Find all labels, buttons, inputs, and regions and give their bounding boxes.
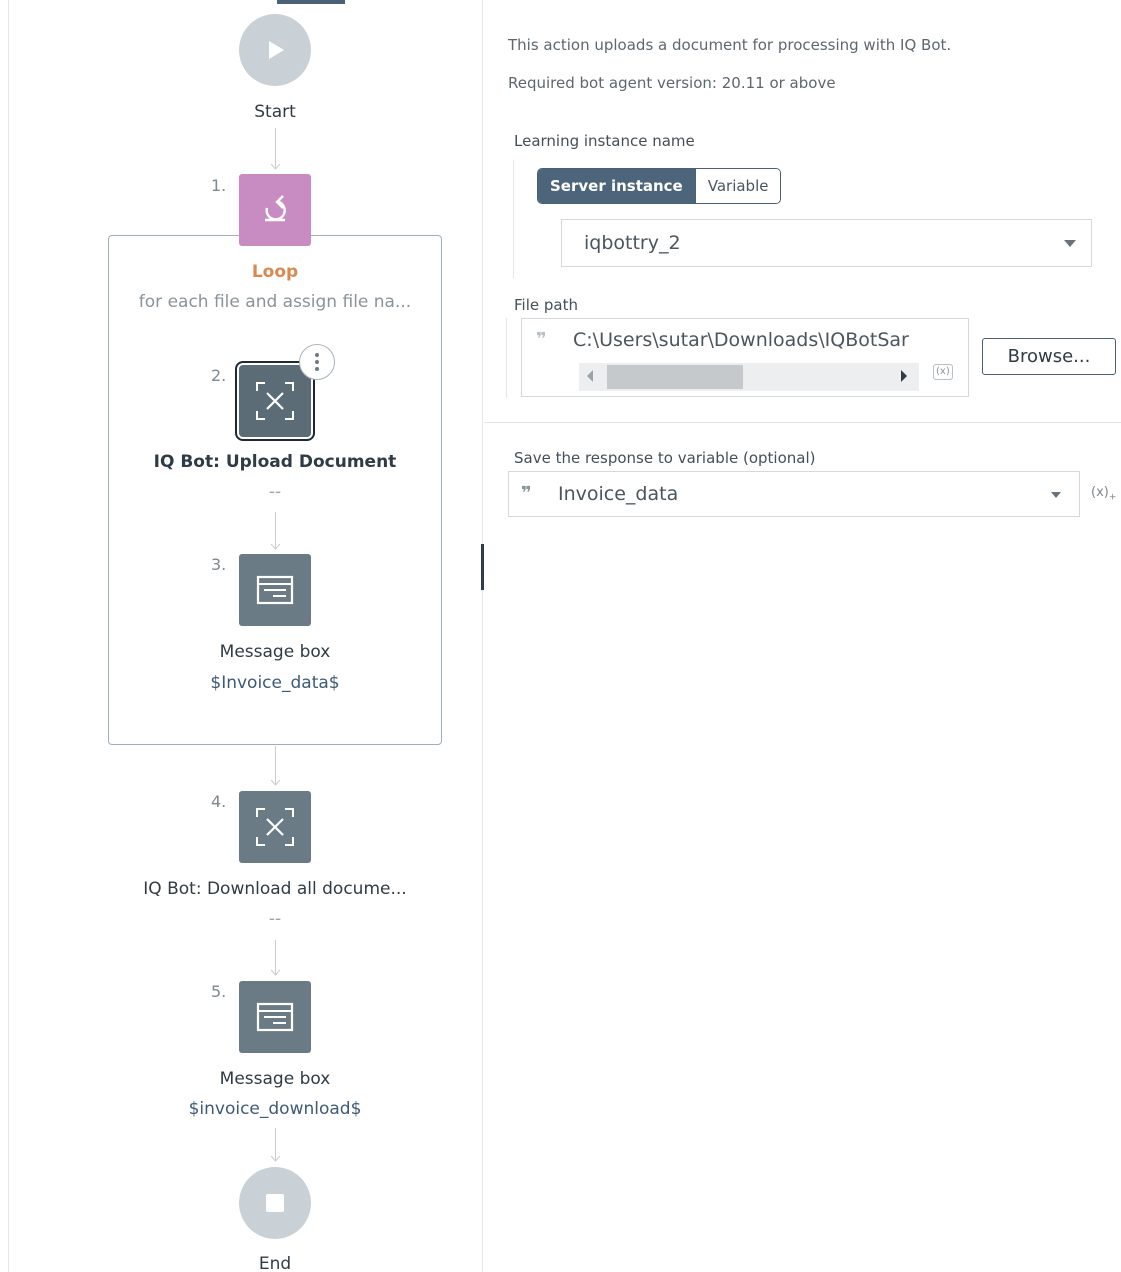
message-box-icon bbox=[256, 1002, 294, 1032]
flow-canvas: Start 1. Loop for each file and assign f… bbox=[0, 0, 483, 1272]
insert-variable-icon[interactable]: (x)+ bbox=[1091, 485, 1116, 503]
instance-type-toggle: Server instance Variable bbox=[537, 168, 782, 204]
action-description: This action uploads a document for proce… bbox=[508, 36, 952, 54]
end-label: End bbox=[258, 1254, 292, 1272]
response-variable-select[interactable]: ❞ Invoice_data bbox=[508, 471, 1080, 517]
start-node[interactable] bbox=[239, 14, 311, 86]
connector-arrow bbox=[271, 1154, 280, 1163]
message-box-title: Message box bbox=[219, 642, 331, 662]
play-icon bbox=[269, 41, 284, 59]
loop-icon bbox=[265, 195, 286, 222]
agent-version-note: Required bot agent version: 20.11 or abo… bbox=[508, 74, 836, 92]
iqbot-icon bbox=[256, 808, 294, 846]
upload-document-node[interactable] bbox=[235, 361, 315, 441]
upload-document-title: IQ Bot: Upload Document bbox=[153, 452, 397, 472]
stop-icon bbox=[266, 1194, 284, 1212]
learning-instance-value: iqbottry_2 bbox=[584, 232, 681, 254]
kebab-icon bbox=[315, 353, 319, 371]
canvas-edge bbox=[8, 0, 9, 1272]
server-instance-option[interactable]: Server instance bbox=[538, 169, 695, 203]
group-guide-line bbox=[506, 318, 507, 398]
message-box-icon bbox=[256, 575, 294, 605]
download-documents-node[interactable] bbox=[239, 791, 311, 863]
message-box-node[interactable] bbox=[239, 554, 311, 626]
browse-button[interactable]: Browse... bbox=[982, 338, 1116, 375]
response-variable-label: Save the response to variable (optional) bbox=[514, 449, 816, 467]
message-box-title: Message box bbox=[219, 1069, 331, 1089]
group-guide-line bbox=[513, 160, 514, 278]
iqbot-icon bbox=[256, 382, 294, 420]
connector-arrow bbox=[271, 162, 280, 171]
scroll-thumb[interactable] bbox=[607, 365, 743, 389]
step-number: 5. bbox=[211, 982, 227, 1001]
start-label: Start bbox=[254, 102, 296, 122]
scroll-left-icon[interactable] bbox=[587, 370, 593, 382]
download-documents-title: IQ Bot: Download all docume... bbox=[143, 879, 407, 899]
scroll-right-icon[interactable] bbox=[901, 370, 907, 382]
learning-instance-select[interactable]: iqbottry_2 bbox=[561, 219, 1092, 267]
step-number: 2. bbox=[211, 366, 227, 385]
loop-node[interactable] bbox=[239, 174, 311, 246]
string-quote-icon: ❞ bbox=[536, 329, 547, 350]
string-quote-icon: ❞ bbox=[521, 483, 532, 504]
step-number: 1. bbox=[211, 176, 227, 195]
insert-variable-icon[interactable]: (x) bbox=[933, 364, 953, 380]
file-path-label: File path bbox=[514, 296, 578, 314]
connector-arrow bbox=[271, 542, 280, 551]
connector-arrow bbox=[271, 778, 280, 787]
learning-instance-label: Learning instance name bbox=[514, 132, 695, 150]
panel-divider bbox=[482, 0, 483, 1272]
action-properties-panel: This action uploads a document for proce… bbox=[484, 0, 1121, 1272]
section-divider bbox=[484, 422, 1121, 423]
file-path-value: C:\Users\sutar\Downloads\IQBotSar bbox=[573, 329, 909, 351]
connector-arrow bbox=[271, 968, 280, 977]
response-variable-value: Invoice_data bbox=[558, 483, 679, 505]
chevron-down-icon bbox=[1064, 240, 1076, 247]
canvas-top-tab bbox=[277, 0, 345, 4]
loop-title: Loop bbox=[251, 262, 299, 282]
download-documents-subtitle: -- bbox=[268, 909, 282, 929]
message-box-node[interactable] bbox=[239, 981, 311, 1053]
step-number: 3. bbox=[211, 555, 227, 574]
file-path-field[interactable]: ❞ C:\Users\sutar\Downloads\IQBotSar (x) bbox=[521, 318, 969, 397]
upload-document-subtitle: -- bbox=[268, 482, 282, 502]
variable-option[interactable]: Variable bbox=[694, 169, 781, 203]
message-box-subtitle: $invoice_download$ bbox=[188, 1099, 362, 1119]
horizontal-scrollbar[interactable] bbox=[579, 363, 919, 391]
step-number: 4. bbox=[211, 792, 227, 811]
loop-subtitle: for each file and assign file na... bbox=[138, 292, 412, 312]
end-node[interactable] bbox=[239, 1167, 311, 1239]
node-menu-button[interactable] bbox=[299, 344, 335, 380]
chevron-down-icon bbox=[1051, 492, 1061, 498]
message-box-subtitle: $Invoice_data$ bbox=[210, 673, 340, 693]
